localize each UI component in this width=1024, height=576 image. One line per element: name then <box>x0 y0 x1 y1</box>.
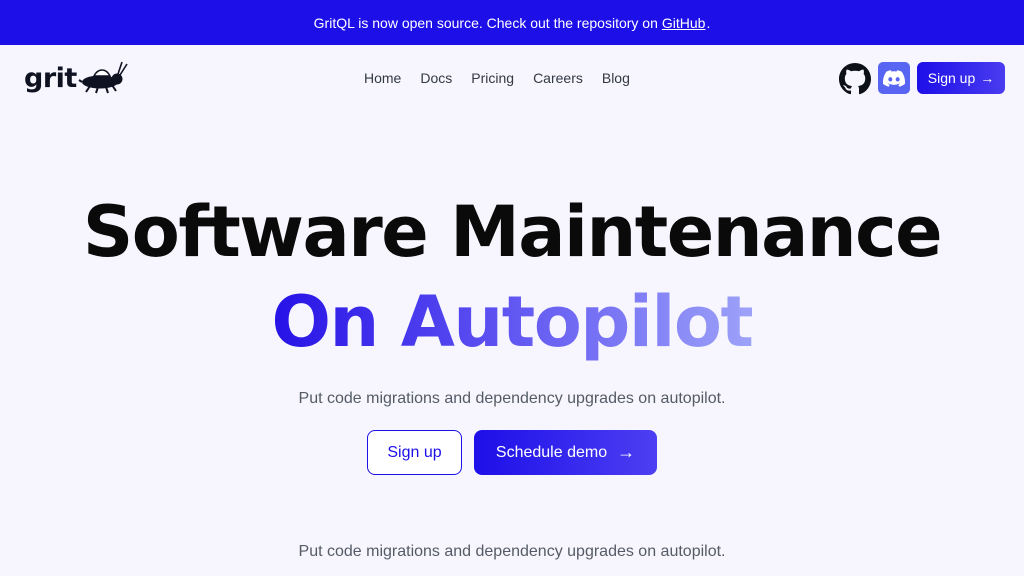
hero-signup-label: Sign up <box>387 443 442 461</box>
hero-subtitle-repeat: Put code migrations and dependency upgra… <box>298 543 726 560</box>
nav-link-home[interactable]: Home <box>364 67 401 89</box>
arrow-right-icon: → <box>617 442 636 462</box>
announcement-banner: GritQL is now open source. Check out the… <box>0 0 1024 45</box>
nav-signup-button[interactable]: Sign up → <box>917 62 1005 94</box>
banner-text: GritQL is now open source. Check out the… <box>313 14 658 31</box>
cricket-logo-icon <box>78 61 128 94</box>
schedule-demo-button[interactable]: Schedule demo → <box>474 430 657 475</box>
banner-github-link[interactable]: GitHub <box>662 15 706 31</box>
hero-accent-text: On Autopilot <box>271 281 754 363</box>
nav-links: Home Docs Pricing Careers Blog <box>364 67 630 89</box>
schedule-demo-label: Schedule demo <box>495 443 608 461</box>
nav-link-pricing[interactable]: Pricing <box>471 67 514 89</box>
arrow-right-icon: → <box>980 70 995 86</box>
hero-accent-title: On Autopilot <box>0 280 1024 364</box>
github-icon[interactable] <box>839 63 871 95</box>
nav-link-careers[interactable]: Careers <box>533 67 583 89</box>
nav-signup-label: Sign up <box>927 70 976 86</box>
logo-text: grit <box>24 62 77 94</box>
hero-signup-button[interactable]: Sign up <box>367 430 462 475</box>
discord-icon[interactable] <box>878 62 910 94</box>
hero-subtitle: Put code migrations and dependency upgra… <box>298 390 726 407</box>
banner-trailing: . <box>706 14 711 31</box>
nav-link-docs[interactable]: Docs <box>420 67 452 89</box>
nav-link-blog[interactable]: Blog <box>602 67 630 89</box>
logo[interactable]: grit <box>24 57 130 99</box>
hero-title: Software Maintenance <box>82 191 943 273</box>
